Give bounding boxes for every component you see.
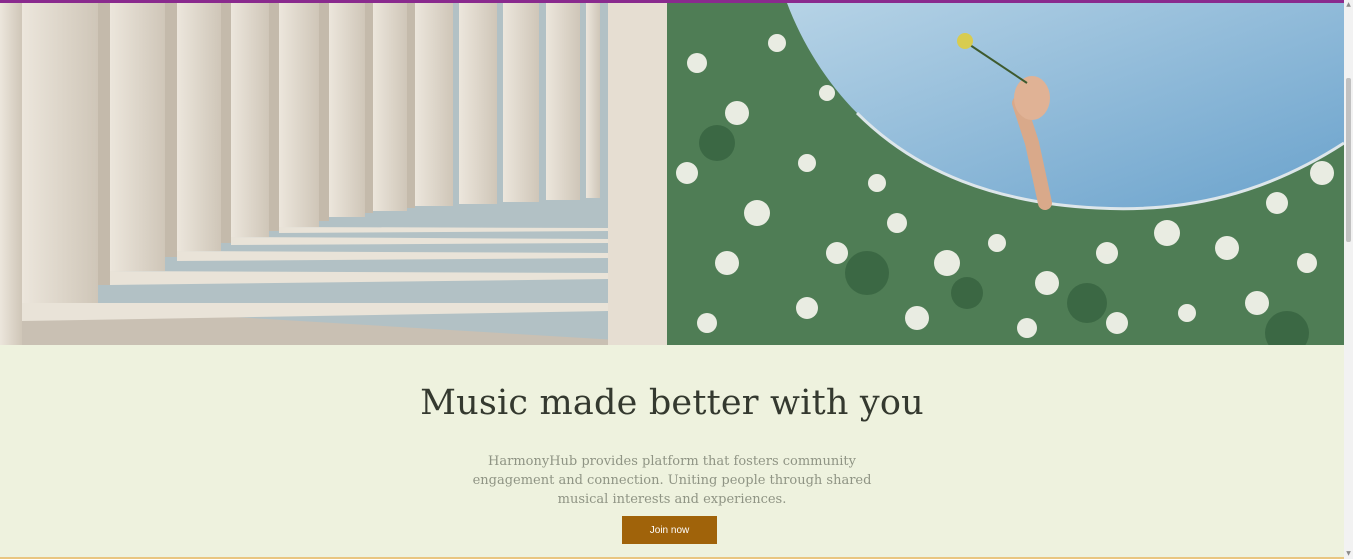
flower-hedge-illustration [667,3,1344,345]
flower-hedge-image [667,3,1344,345]
colonnade-illustration [0,3,667,345]
scroll-up-arrow-icon[interactable]: ▲ [1345,2,1352,8]
join-now-button[interactable]: Join now [622,516,717,544]
page-title: Music made better with you [420,383,924,423]
hero-content-section: Music made better with you HarmonyHub pr… [0,345,1344,557]
colonnade-image [0,3,667,345]
scrollbar-thumb[interactable] [1346,78,1351,242]
hero-description: HarmonyHub provides platform that foster… [472,454,872,507]
scroll-down-arrow-icon[interactable]: ▼ [1345,551,1352,557]
vertical-scrollbar[interactable]: ▲ ▼ [1344,0,1353,559]
